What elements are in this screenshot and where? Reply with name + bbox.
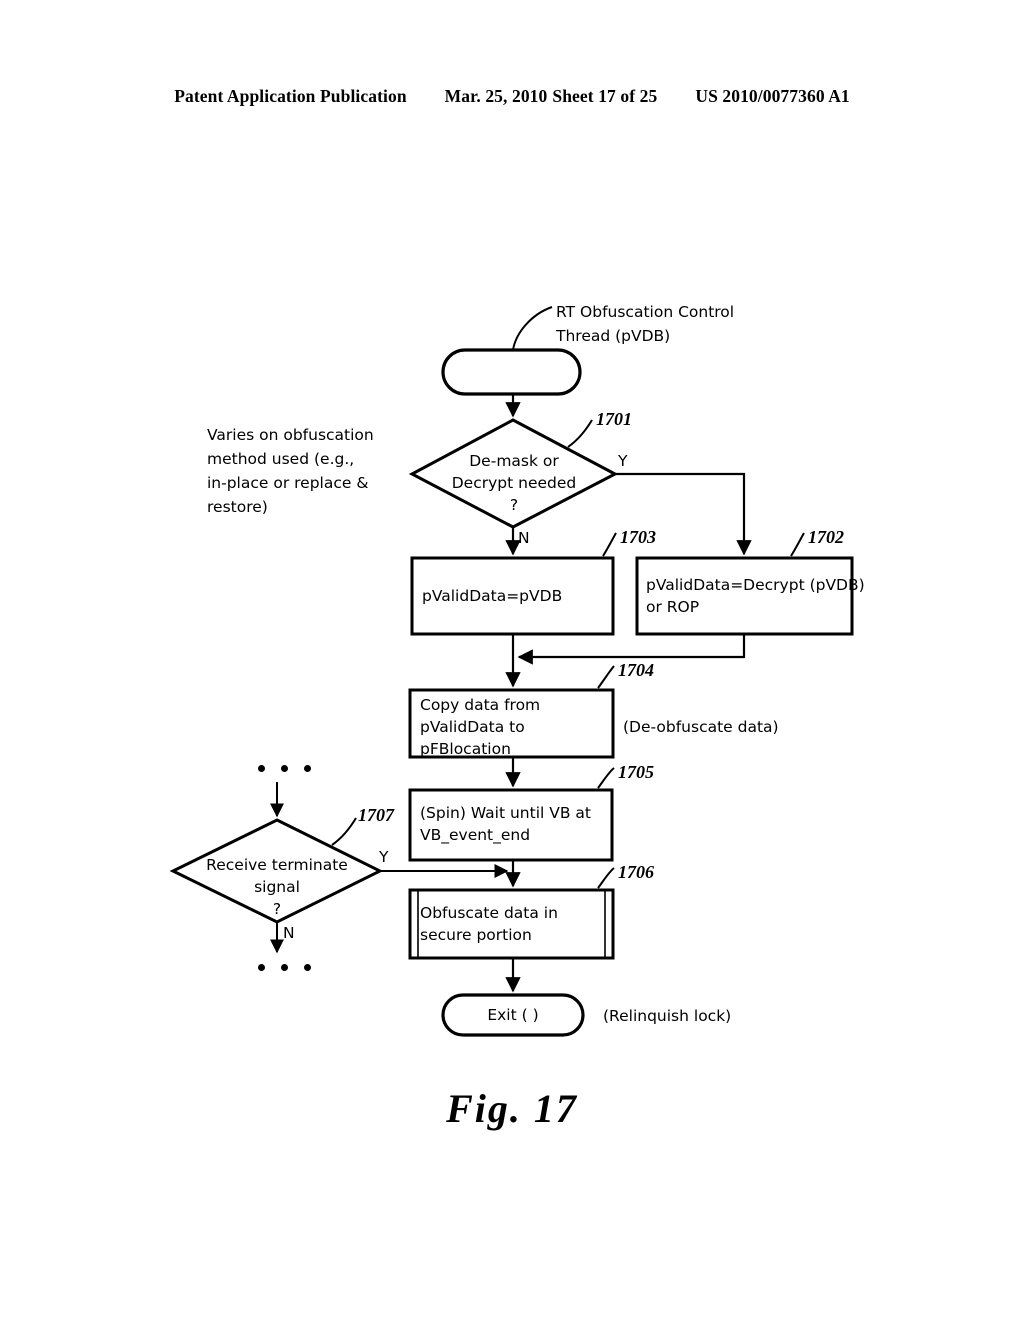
reference-numeral-1703: 1703: [620, 527, 656, 547]
process-1702-label: pValidData=Decrypt (pVDB) or ROP: [646, 576, 865, 616]
leader-line-1702: [790, 532, 805, 557]
dot: [281, 964, 288, 971]
leader-line-1704: [597, 665, 615, 689]
leader-line-1707: [331, 817, 357, 846]
dot: [304, 765, 311, 772]
dot: [258, 765, 265, 772]
decision-1701-no-label: N: [518, 529, 530, 547]
process-1705-label: (Spin) Wait until VB at VB_event_end: [420, 804, 591, 844]
process-1703-label: pValidData=pVDB: [422, 587, 563, 605]
annotation-varies-on-obfuscation: Varies on obfuscation method used (e.g.,…: [207, 426, 374, 516]
reference-numeral-1701: 1701: [596, 409, 632, 429]
leader-line-1706: [597, 867, 615, 889]
reference-numeral-1706: 1706: [618, 862, 654, 882]
figure-17-flowchart: De-mask or Decrypt needed ? pValidData=p…: [0, 0, 1024, 1320]
connector-1702-merge: [517, 634, 746, 665]
start-node-shape: [441, 348, 582, 396]
leader-line-title: [512, 306, 553, 351]
process-1704-label: Copy data from pValidData to pFBlocation: [420, 696, 541, 758]
reference-numeral-1702: 1702: [808, 527, 844, 547]
dot: [281, 765, 288, 772]
decision-1707-yes-label: Y: [379, 848, 389, 866]
dot: [258, 964, 265, 971]
dot: [304, 964, 311, 971]
ellipsis-dots-top: [258, 765, 311, 772]
decision-1707-no-label: N: [283, 924, 295, 942]
leader-line-1705: [597, 767, 615, 789]
annotation-de-obfuscate-data: (De-obfuscate data): [623, 718, 779, 736]
leader-line-1701: [567, 419, 593, 448]
annotation-relinquish-lock: (Relinquish lock): [603, 1007, 732, 1025]
exit-node-label: Exit ( ): [487, 1006, 539, 1024]
decision-1707-label: Receive terminate signal ?: [206, 856, 348, 918]
leader-line-1703: [602, 532, 617, 557]
annotation-thread-title: RT Obfuscation Control Thread (pVDB): [556, 303, 735, 345]
decision-1701-yes-label: Y: [618, 452, 628, 470]
reference-numeral-1707: 1707: [358, 805, 394, 825]
reference-numeral-1704: 1704: [618, 660, 654, 680]
figure-caption: Fig. 17: [446, 1086, 578, 1131]
ellipsis-dots-bottom: [258, 964, 311, 971]
reference-numeral-1705: 1705: [618, 762, 654, 782]
decision-1701-label: De-mask or Decrypt needed ?: [451, 452, 577, 514]
process-1706-label: Obfuscate data in secure portion: [420, 904, 558, 944]
